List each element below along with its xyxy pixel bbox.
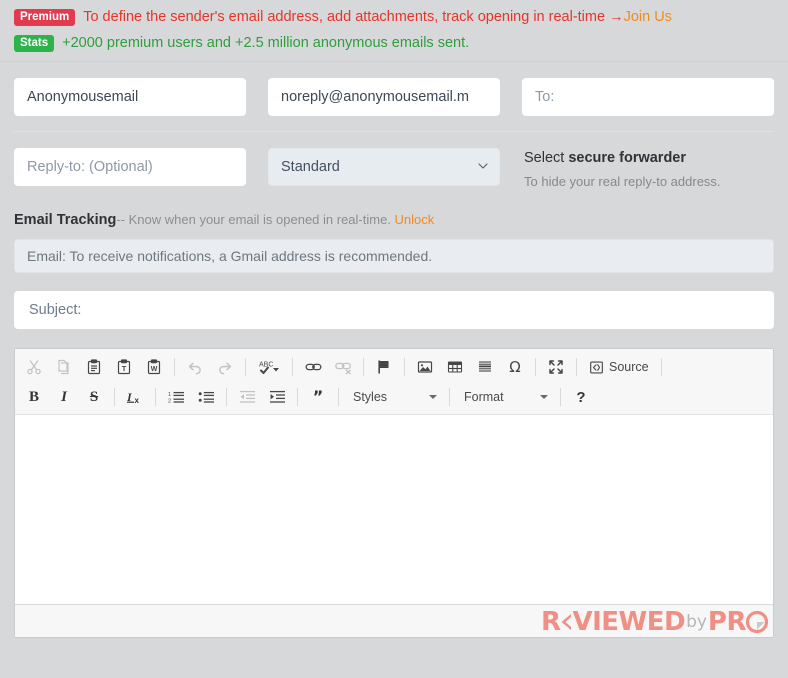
compose-form: Standard Select secure forwarder To hide… bbox=[0, 62, 788, 203]
source-button[interactable]: Source bbox=[583, 354, 655, 380]
image-icon[interactable] bbox=[411, 354, 439, 380]
toolbar-separator bbox=[660, 358, 662, 376]
toolbar-separator bbox=[297, 388, 298, 406]
email-tracking-label: Email Tracking bbox=[14, 212, 117, 228]
source-label: Source bbox=[609, 360, 649, 374]
promo-line-premium: Premium To define the sender's email add… bbox=[14, 7, 774, 27]
unlink-icon[interactable] bbox=[329, 354, 357, 380]
forwarder-select[interactable]: Standard bbox=[268, 148, 500, 186]
toolbar-separator bbox=[155, 388, 156, 406]
rich-text-editor: T W ABC Ω Source B I S I x 1 2 ” Styles … bbox=[14, 348, 774, 638]
forwarder-note-subtitle: To hide your real reply-to address. bbox=[524, 174, 721, 189]
promo-premium-text: To define the sender's email address, ad… bbox=[83, 9, 624, 25]
italic-icon[interactable]: I bbox=[50, 384, 78, 410]
copy-icon[interactable] bbox=[50, 354, 78, 380]
toolbar-separator bbox=[114, 388, 115, 406]
reply-to-input[interactable] bbox=[14, 148, 246, 186]
subject-input[interactable] bbox=[14, 291, 774, 329]
table-icon[interactable] bbox=[441, 354, 469, 380]
bulleted-list-icon[interactable] bbox=[192, 384, 220, 410]
promo-stats-text: +2000 premium users and +2.5 million ano… bbox=[62, 35, 470, 51]
sender-name-input[interactable] bbox=[14, 78, 246, 116]
redo-icon[interactable] bbox=[211, 354, 239, 380]
special-character-icon[interactable]: Ω bbox=[501, 354, 529, 380]
toolbar-separator bbox=[560, 388, 561, 406]
form-row-replyto: Standard Select secure forwarder To hide… bbox=[14, 132, 774, 203]
join-us-link[interactable]: Join Us bbox=[624, 7, 672, 27]
strikethrough-icon[interactable]: S bbox=[80, 384, 108, 410]
toolbar-separator bbox=[363, 358, 364, 376]
help-button[interactable]: ? bbox=[567, 384, 595, 410]
indent-icon[interactable] bbox=[263, 384, 291, 410]
editor-toolbar-row-2: B I S I x 1 2 ” Styles Format ? bbox=[19, 382, 769, 412]
email-tracking-description: -- Know when your email is opened in rea… bbox=[116, 212, 395, 227]
outdent-icon[interactable] bbox=[233, 384, 261, 410]
promo-line-stats: Stats +2000 premium users and +2.5 milli… bbox=[14, 33, 774, 53]
email-tracking-header: Email Tracking-- Know when your email is… bbox=[14, 209, 774, 230]
svg-text:W: W bbox=[151, 366, 158, 373]
editor-toolbar-row-1: T W ABC Ω Source bbox=[19, 352, 769, 382]
chevron-down-icon bbox=[540, 395, 548, 399]
unlock-link[interactable]: Unlock bbox=[395, 212, 435, 227]
svg-text:ABC: ABC bbox=[259, 362, 273, 369]
styles-dropdown-label: Styles bbox=[353, 390, 388, 404]
anchor-icon[interactable] bbox=[370, 354, 398, 380]
chevron-down-icon bbox=[429, 395, 437, 399]
format-dropdown[interactable]: Format bbox=[457, 385, 553, 409]
paste-from-word-icon[interactable]: W bbox=[140, 354, 168, 380]
tracking-email-input[interactable] bbox=[14, 239, 774, 273]
toolbar-separator bbox=[404, 358, 405, 376]
forwarder-note: Select secure forwarder To hide your rea… bbox=[524, 148, 721, 191]
paste-as-text-icon[interactable]: T bbox=[110, 354, 138, 380]
toolbar-separator bbox=[292, 358, 293, 376]
forwarder-note-prefix: Select bbox=[524, 150, 569, 166]
cut-icon[interactable] bbox=[20, 354, 48, 380]
maximize-icon[interactable] bbox=[542, 354, 570, 380]
format-dropdown-label: Format bbox=[464, 390, 504, 404]
toolbar-separator bbox=[226, 388, 227, 406]
toolbar-separator bbox=[449, 388, 450, 406]
toolbar-separator bbox=[576, 358, 577, 376]
form-row-addresses bbox=[14, 62, 774, 132]
help-label: ? bbox=[576, 388, 586, 406]
svg-text:2: 2 bbox=[168, 399, 171, 405]
toolbar-separator bbox=[338, 388, 339, 406]
spellcheck-icon[interactable]: ABC bbox=[252, 354, 286, 380]
undo-icon[interactable] bbox=[181, 354, 209, 380]
toolbar-separator bbox=[174, 358, 175, 376]
forwarder-select-wrapper: Standard bbox=[268, 148, 500, 186]
email-tracking-block: Email Tracking-- Know when your email is… bbox=[0, 203, 788, 273]
editor-content-area[interactable] bbox=[15, 415, 773, 604]
stats-badge: Stats bbox=[14, 34, 55, 52]
premium-badge: Premium bbox=[14, 8, 76, 26]
remove-format-icon[interactable]: I x bbox=[121, 384, 149, 410]
paste-icon[interactable] bbox=[80, 354, 108, 380]
from-email-input[interactable] bbox=[268, 78, 500, 116]
svg-text:x: x bbox=[135, 396, 140, 405]
promo-banner: Premium To define the sender's email add… bbox=[0, 0, 788, 62]
blockquote-icon[interactable]: ” bbox=[304, 384, 332, 410]
svg-text:1: 1 bbox=[168, 392, 171, 398]
link-icon[interactable] bbox=[299, 354, 327, 380]
toolbar-separator bbox=[245, 358, 246, 376]
styles-dropdown[interactable]: Styles bbox=[346, 385, 442, 409]
numbered-list-icon[interactable]: 1 2 bbox=[162, 384, 190, 410]
forwarder-note-strong: secure forwarder bbox=[568, 150, 687, 166]
forwarder-note-title: Select secure forwarder bbox=[524, 149, 721, 168]
to-input[interactable] bbox=[522, 78, 774, 116]
svg-text:T: T bbox=[122, 364, 127, 373]
editor-footer bbox=[15, 604, 773, 637]
subject-block bbox=[0, 273, 788, 329]
bold-icon[interactable]: B bbox=[20, 384, 48, 410]
horizontal-rule-icon[interactable] bbox=[471, 354, 499, 380]
editor-toolbar: T W ABC Ω Source B I S I x 1 2 ” Styles … bbox=[15, 349, 773, 415]
toolbar-separator bbox=[535, 358, 536, 376]
